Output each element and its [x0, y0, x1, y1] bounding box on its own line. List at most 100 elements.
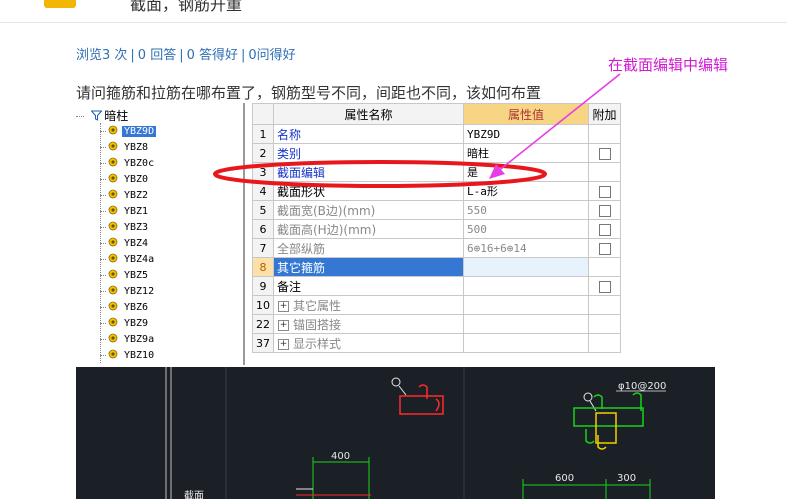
property-grid: 属性名称 属性值 附加 1 名称 YBZ9D 2 类别 暗柱 3 截面编辑是 4 截面形状 L-a形…: [252, 103, 622, 355]
add-checkbox[interactable]: [598, 280, 611, 293]
dimension-600-300: 600 300: [522, 473, 651, 499]
property-value[interactable]: YBZ9D: [463, 124, 589, 144]
property-value[interactable]: [463, 276, 589, 296]
add-cell[interactable]: [588, 219, 621, 239]
tree-item[interactable]: YBZ9: [100, 317, 150, 333]
property-row[interactable]: 3 截面编辑是: [252, 162, 621, 182]
row-number: 1: [252, 124, 274, 144]
add-cell[interactable]: [588, 143, 621, 163]
property-value[interactable]: 550: [463, 200, 589, 220]
property-value[interactable]: L-a形: [463, 181, 589, 201]
row-number: 22: [252, 314, 274, 334]
property-name: 截面编辑: [273, 162, 464, 182]
tree-item[interactable]: YBZ6: [100, 301, 150, 317]
expand-icon[interactable]: +: [278, 319, 289, 331]
property-name: 截面形状: [273, 181, 464, 201]
tree-root[interactable]: 暗柱: [76, 107, 128, 124]
cad-drawing: 截面 400 φ10@200 600 300: [76, 367, 715, 499]
component-icon: [108, 301, 118, 311]
red-rebar-detail: [391, 377, 444, 415]
tree-item[interactable]: YBZ4: [100, 237, 150, 253]
row-number: 2: [252, 143, 274, 163]
component-icon: [108, 317, 118, 327]
property-row[interactable]: 10 + 其它属性: [252, 295, 621, 315]
property-row[interactable]: 5 截面宽(B边)(mm) 550: [252, 200, 621, 220]
tree-item[interactable]: YBZ9a: [100, 333, 156, 349]
good-answers-count[interactable]: 0 答得好: [187, 48, 238, 63]
property-name: + 锚固搭接: [273, 314, 464, 334]
tree-item[interactable]: YBZ0c: [100, 157, 156, 173]
add-cell[interactable]: [588, 276, 621, 296]
filter-icon: [91, 110, 103, 121]
property-row[interactable]: 1 名称 YBZ9D: [252, 124, 621, 144]
property-row[interactable]: 22 + 锚固搭接: [252, 314, 621, 334]
property-row[interactable]: 9 备注: [252, 276, 621, 296]
property-value[interactable]: [463, 333, 589, 353]
property-name: 其它箍筋: [273, 257, 464, 277]
views-count[interactable]: 浏览3 次: [76, 48, 127, 63]
component-tree: 暗柱 YBZ9D YBZ8 YBZ0c YBZ0 YBZ2 YBZ1 YBZ3 YBZ4 YBZ…: [76, 103, 245, 365]
add-cell[interactable]: [588, 200, 621, 220]
tree-item[interactable]: YBZ9D: [100, 125, 157, 141]
property-value[interactable]: 暗柱: [463, 143, 589, 163]
expand-icon[interactable]: +: [278, 338, 289, 350]
top-bar: 截面，钢筋开重: [0, 0, 787, 23]
property-value[interactable]: 是: [463, 162, 589, 182]
row-number: 4: [252, 181, 274, 201]
component-icon: [108, 333, 118, 343]
tree-item[interactable]: YBZ8: [100, 141, 150, 157]
question-stats: 浏览3 次 | 0 回答 | 0 答得好 | 0问得好: [76, 48, 296, 63]
tree-item[interactable]: YBZ3: [100, 221, 150, 237]
property-row[interactable]: 8 其它箍筋: [252, 257, 621, 277]
tree-item[interactable]: YBZ0: [100, 173, 150, 189]
add-cell: [588, 257, 621, 277]
property-value[interactable]: [463, 295, 589, 315]
row-number: 7: [252, 238, 274, 258]
row-number: 8: [252, 257, 274, 277]
add-cell[interactable]: [588, 238, 621, 258]
image-annotation: 在截面编辑中编辑: [608, 56, 729, 74]
tree-item[interactable]: YBZ5: [100, 269, 150, 285]
col-header-add[interactable]: 附加: [588, 103, 621, 125]
tree-item[interactable]: YBZ12: [100, 285, 156, 301]
property-row[interactable]: 4 截面形状 L-a形: [252, 181, 621, 201]
col-header-value[interactable]: 属性值: [463, 103, 589, 125]
property-name: + 显示样式: [273, 333, 464, 353]
add-checkbox[interactable]: [598, 242, 611, 255]
add-checkbox[interactable]: [598, 147, 611, 160]
row-number: 6: [252, 219, 274, 239]
col-header-no: [252, 103, 274, 125]
component-icon: [108, 221, 118, 231]
component-icon: [108, 269, 118, 279]
property-value[interactable]: [463, 257, 589, 277]
property-value[interactable]: 6⊕16+6⊕14: [463, 238, 589, 258]
good-questions-count[interactable]: 0问得好: [248, 48, 295, 63]
stirrup-detail: φ10@200: [573, 381, 666, 450]
add-checkbox[interactable]: [598, 204, 611, 217]
col-header-name[interactable]: 属性名称: [273, 103, 464, 125]
property-row[interactable]: 37 + 显示样式: [252, 333, 621, 353]
row-number: 9: [252, 276, 274, 296]
tree-item[interactable]: YBZ10: [100, 349, 156, 365]
tree-item[interactable]: YBZ1: [100, 205, 150, 221]
add-cell[interactable]: [588, 181, 621, 201]
property-name: 类别: [273, 143, 464, 163]
property-row[interactable]: 2 类别 暗柱: [252, 143, 621, 163]
add-cell: [588, 314, 621, 334]
tree-item[interactable]: YBZ2: [100, 189, 150, 205]
answers-count[interactable]: 0 回答: [138, 48, 176, 63]
question-text: 请问箍筋和拉筋在哪布置了，钢筋型号不同，间距也不同，该如何布置: [76, 84, 542, 102]
add-cell: [588, 124, 621, 144]
property-row[interactable]: 7 全部纵筋 6⊕16+6⊕14: [252, 238, 621, 258]
add-checkbox[interactable]: [598, 223, 611, 236]
property-row[interactable]: 6 截面高(H边)(mm) 500: [252, 219, 621, 239]
property-value[interactable]: [463, 314, 589, 334]
property-value[interactable]: 500: [463, 219, 589, 239]
tree-item[interactable]: YBZ4a: [100, 253, 156, 269]
expand-icon[interactable]: +: [278, 300, 289, 312]
component-icon: [108, 237, 118, 247]
dim-label-300: 300: [617, 473, 636, 484]
add-checkbox[interactable]: [598, 185, 611, 198]
add-cell: [588, 333, 621, 353]
component-icon: [108, 205, 118, 215]
